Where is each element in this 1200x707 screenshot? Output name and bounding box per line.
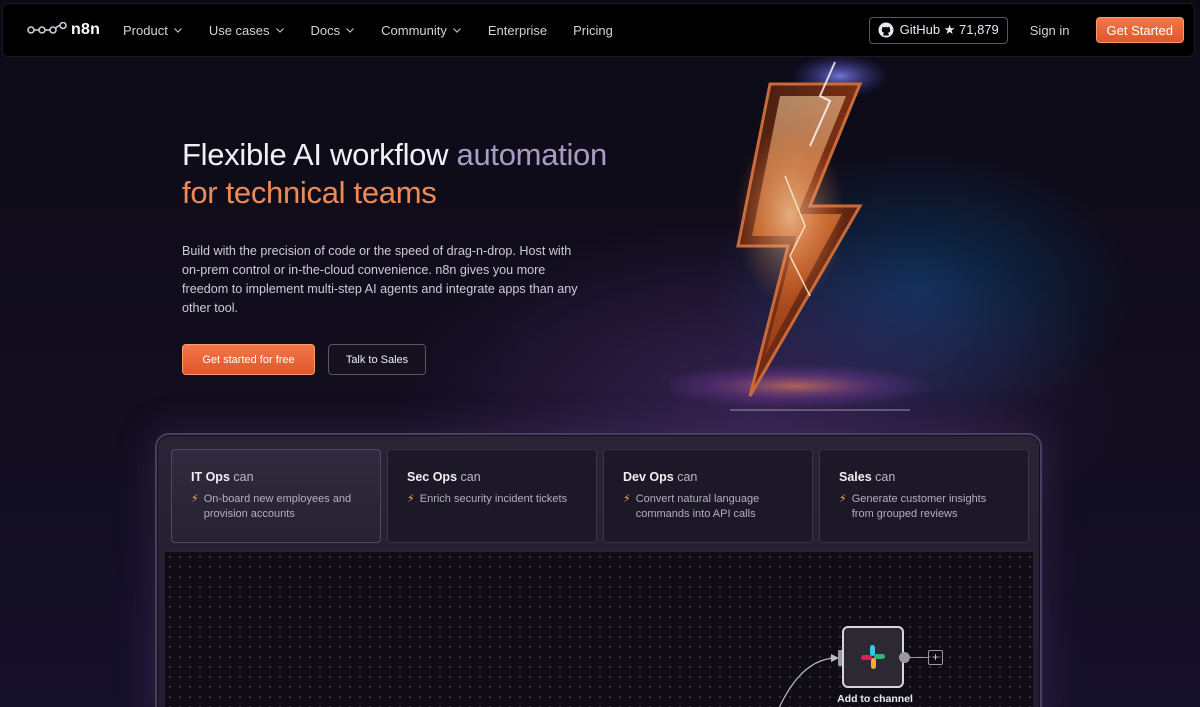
github-stars-button[interactable]: GitHub ★ 71,879 (868, 16, 1008, 44)
slack-node[interactable] (842, 626, 904, 688)
lightning-bolt-icon (655, 54, 935, 411)
sign-in-link[interactable]: Sign in (1030, 23, 1070, 38)
get-started-free-button[interactable]: Get started for free (182, 344, 315, 375)
slack-node-output-port[interactable] (899, 652, 910, 663)
workflow-demo-frame: IT Ops can ⚡ On-board new employees and p… (155, 433, 1042, 707)
hero-headline: Flexible AI workflow automation for tech… (182, 137, 607, 210)
output-connector (910, 657, 928, 658)
bolt-icon: ⚡ (407, 493, 415, 505)
hero-buttons: Get started for free Talk to Sales (182, 344, 652, 375)
talk-to-sales-button[interactable]: Talk to Sales (328, 344, 426, 375)
logo[interactable]: n8n (27, 21, 101, 39)
github-icon (878, 22, 894, 38)
hero-lead: Build with the precision of code or the … (182, 244, 578, 315)
use-case-tabs: IT Ops can ⚡ On-board new employees and p… (171, 449, 1035, 543)
add-node-plus-icon[interactable]: + (928, 650, 943, 665)
nav-links: Product Use cases Docs Community Enterpr… (123, 23, 639, 38)
nav-item-enterprise[interactable]: Enterprise (488, 23, 547, 38)
nav-item-pricing[interactable]: Pricing (573, 23, 613, 38)
github-stars-label: GitHub ★ 71,879 (899, 22, 999, 37)
chevron-down-icon (275, 28, 284, 33)
nav-item-docs[interactable]: Docs (311, 23, 356, 38)
nav-item-use-cases[interactable]: Use cases (209, 23, 285, 38)
logo-text: n8n (71, 21, 101, 38)
slack-icon (861, 645, 885, 669)
chevron-down-icon (452, 28, 461, 33)
bolt-icon: ⚡ (839, 493, 847, 505)
nav-right: GitHub ★ 71,879 Sign in Get Started (868, 16, 1184, 44)
nav-item-community[interactable]: Community (381, 23, 462, 38)
workflow-canvas[interactable]: + Add to channel (165, 551, 1033, 707)
chevron-down-icon (173, 28, 182, 33)
use-case-card-sec-ops[interactable]: Sec Ops can ⚡ Enrich security incident ti… (387, 449, 597, 543)
get-started-button[interactable]: Get Started (1095, 17, 1184, 43)
lightning-bolt-illustration (655, 54, 935, 416)
bolt-icon: ⚡ (623, 493, 631, 505)
slack-node-label: Add to channel (837, 693, 913, 705)
n8n-logo-icon (27, 22, 67, 34)
nav-item-product[interactable]: Product (123, 23, 183, 38)
bolt-icon: ⚡ (191, 493, 199, 505)
use-case-card-dev-ops[interactable]: Dev Ops can ⚡ Convert natural language co… (603, 449, 813, 543)
top-navbar: n8n Product Use cases Docs Community Ent… (2, 3, 1195, 57)
use-case-card-sales[interactable]: Sales can ⚡ Generate customer insights fr… (819, 449, 1029, 543)
chevron-down-icon (346, 28, 355, 33)
hero-section: Flexible AI workflow automation for tech… (182, 136, 652, 375)
use-case-card-it-ops[interactable]: IT Ops can ⚡ On-board new employees and p… (171, 449, 381, 543)
